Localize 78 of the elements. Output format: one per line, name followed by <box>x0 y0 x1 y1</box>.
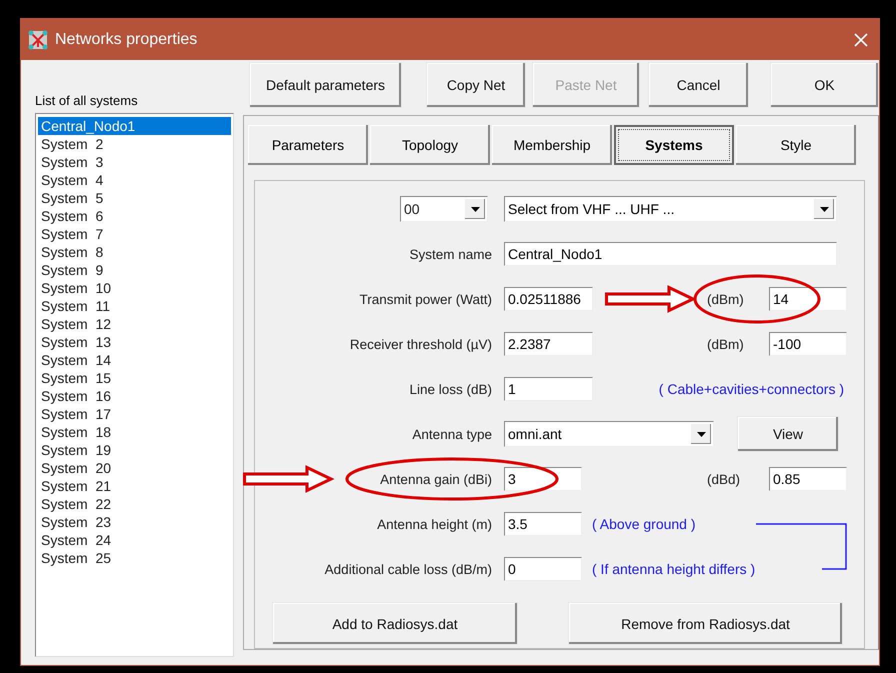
unit-label: (dBd) <box>707 472 742 486</box>
field-label: System name <box>408 246 492 262</box>
list-item[interactable]: System 23 <box>38 513 231 531</box>
list-item[interactable]: System 5 <box>38 189 231 207</box>
caret-icon <box>696 432 706 436</box>
field-label: Receiver threshold (µV) <box>348 336 492 352</box>
antenna-dropdown[interactable]: omni.ant <box>504 421 714 447</box>
dialog-button[interactable]: Copy Net <box>426 62 526 108</box>
input-field[interactable]: 0.02511886 <box>504 287 593 311</box>
input-field[interactable]: 14 <box>769 287 847 311</box>
dropdown-button[interactable] <box>465 199 485 219</box>
list-item[interactable]: System 16 <box>38 387 231 405</box>
list-item[interactable]: System 6 <box>38 207 231 225</box>
input-field[interactable]: 3.5 <box>504 512 582 536</box>
combo-value: 00 <box>404 201 421 217</box>
dialog-button[interactable]: Default parameters <box>249 62 402 108</box>
caret-icon <box>470 206 480 212</box>
combo-value: omni.ant <box>508 426 563 442</box>
unit-label: (dBm) <box>707 292 745 306</box>
combo-value: Select from VHF ... UHF ... <box>508 201 676 217</box>
channel-dropdown[interactable]: 00 <box>400 196 488 222</box>
list-item[interactable]: System 13 <box>38 333 231 351</box>
network-icon <box>27 28 49 50</box>
dropdown-button[interactable] <box>691 424 711 444</box>
hint-text: ( Cable+cavities+connectors ) <box>658 381 844 397</box>
field-label: Line loss (dB) <box>408 382 492 396</box>
field-label: Antenna type <box>411 426 492 442</box>
input-field[interactable]: 3 <box>504 467 582 491</box>
input-field[interactable]: -100 <box>769 332 847 356</box>
field-label: Transmit power (Watt) <box>358 292 492 306</box>
tab[interactable]: Style <box>735 124 857 166</box>
caret-icon <box>820 206 828 212</box>
list-item[interactable]: System 4 <box>38 171 231 189</box>
dialog-button[interactable]: OK <box>770 62 879 108</box>
view-button[interactable]: View <box>737 416 839 452</box>
dialog-button[interactable]: Cancel <box>648 62 749 108</box>
list-item[interactable]: Central_Nodo1 <box>38 117 231 135</box>
action-button[interactable]: Remove from Radiosys.dat <box>568 602 843 645</box>
list-item[interactable]: System 21 <box>38 477 231 495</box>
input-field[interactable]: 0.85 <box>769 467 847 491</box>
field-label: Antenna height (m) <box>376 516 492 532</box>
list-item[interactable]: System 10 <box>38 279 231 297</box>
input-field[interactable]: 1 <box>504 377 593 401</box>
field-label: Antenna gain (dBi) <box>379 472 492 486</box>
list-item[interactable]: System 14 <box>38 351 231 369</box>
list-item[interactable]: System 12 <box>38 315 231 333</box>
dropdown-button[interactable] <box>814 199 834 219</box>
list-item[interactable]: System 8 <box>38 243 231 261</box>
list-item[interactable]: System 24 <box>38 531 231 549</box>
band-dropdown[interactable]: Select from VHF ... UHF ... <box>504 196 837 222</box>
input-field[interactable]: 2.2387 <box>504 332 593 356</box>
action-button[interactable]: Add to Radiosys.dat <box>272 602 518 645</box>
systems-list[interactable] <box>35 113 234 657</box>
list-item[interactable]: System 3 <box>38 153 231 171</box>
tab[interactable]: Systems <box>613 124 735 166</box>
list-item[interactable]: System 15 <box>38 369 231 387</box>
list-item[interactable]: System 9 <box>38 261 231 279</box>
list-item[interactable]: System 17 <box>38 405 231 423</box>
unit-label: (dBm) <box>707 336 745 352</box>
list-item[interactable]: System 2 <box>38 135 231 153</box>
list-item[interactable]: System 25 <box>38 549 231 567</box>
list-item[interactable]: System 18 <box>38 423 231 441</box>
field-label: Additional cable loss (dB/m) <box>324 562 492 576</box>
close-icon[interactable] <box>853 32 869 48</box>
list-item[interactable]: System 11 <box>38 297 231 315</box>
list-item[interactable]: System 7 <box>38 225 231 243</box>
hint-text: ( If antenna height differs ) <box>592 561 756 577</box>
list-label: List of all systems <box>35 93 139 110</box>
tab[interactable]: Membership <box>491 124 613 166</box>
input-field[interactable]: 0 <box>504 557 582 581</box>
window-title: Networks properties <box>55 30 198 48</box>
tab[interactable]: Topology <box>369 124 491 166</box>
tab[interactable]: Parameters <box>247 124 369 166</box>
list-item[interactable]: System 22 <box>38 495 231 513</box>
list-item[interactable]: System 19 <box>38 441 231 459</box>
hint-text: ( Above ground ) <box>592 516 696 532</box>
input-field[interactable]: Central_Nodo1 <box>504 242 837 266</box>
list-item[interactable]: System 20 <box>38 459 231 477</box>
